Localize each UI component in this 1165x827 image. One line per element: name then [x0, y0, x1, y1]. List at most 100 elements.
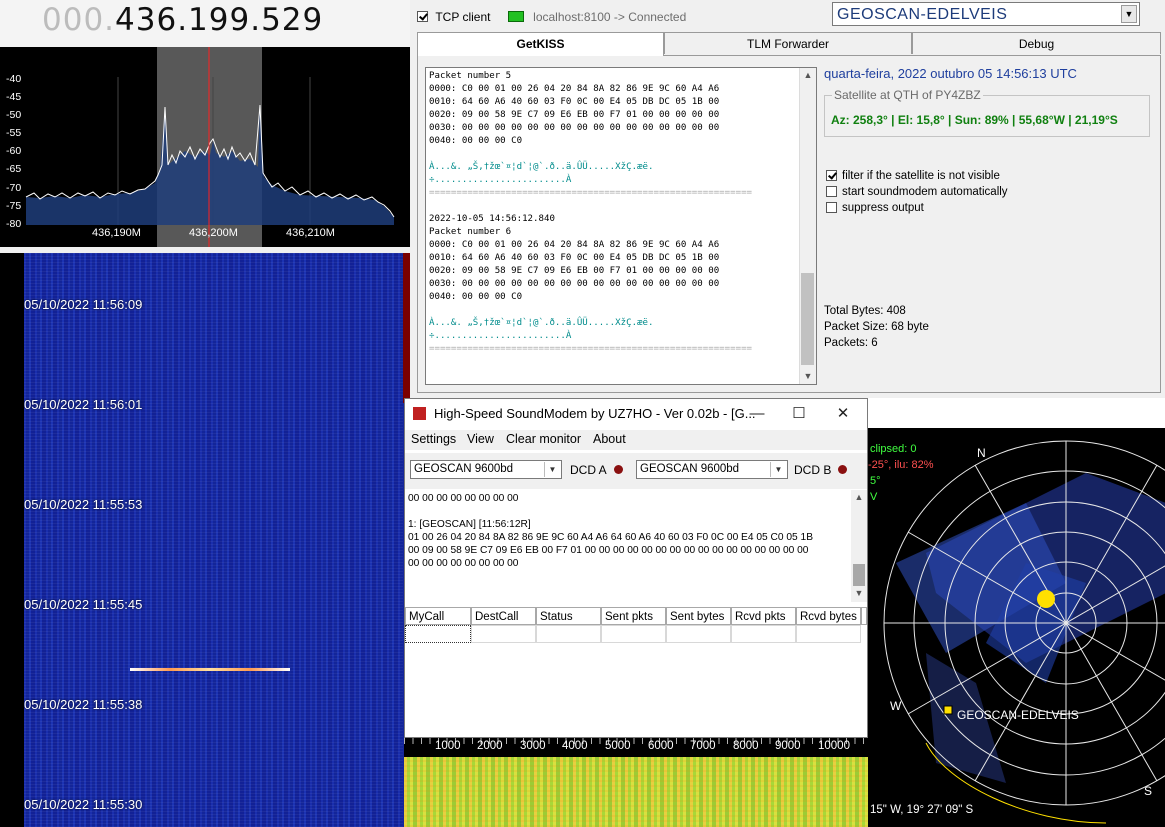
- monitor-output[interactable]: 00 00 00 00 00 00 00 00 1: [GEOSCAN] [11…: [405, 490, 867, 602]
- option-filter-visibility[interactable]: filter if the satellite is not visible: [826, 170, 1000, 182]
- audio-waterfall[interactable]: [404, 757, 868, 827]
- tab-tlm-forwarder[interactable]: TLM Forwarder: [664, 32, 912, 54]
- modem-a-select[interactable]: GEOSCAN 9600bd ▼: [410, 460, 562, 479]
- modem-a-value: GEOSCAN 9600bd: [414, 463, 514, 475]
- table-cell[interactable]: [471, 625, 536, 643]
- monitor-line: 1: [GEOSCAN] [11:56:12R]: [408, 519, 531, 530]
- tab-debug[interactable]: Debug: [912, 32, 1161, 54]
- monitor-text: 00 00 00 00 00 00 00 00 1: [GEOSCAN] [11…: [408, 492, 813, 570]
- suppress-output-checkbox[interactable]: [826, 202, 837, 214]
- compass-west-label: W: [890, 699, 902, 713]
- log-line: Packet number 6: [429, 227, 512, 237]
- satellite-polar-plot[interactable]: clipsed: 0 -25°, ilu: 82% 5° V N S W GEO…: [868, 428, 1165, 827]
- menu-bar: Settings View Clear monitor About: [405, 430, 867, 450]
- chevron-down-icon[interactable]: ▼: [544, 462, 560, 477]
- dcd-b-led: [838, 465, 847, 474]
- scroll-down-icon[interactable]: ▼: [851, 586, 867, 601]
- col-overflow: [861, 607, 867, 625]
- polar-info-text: 5°: [870, 475, 881, 487]
- window-title: High-Speed SoundModem by UZ7HO - Ver 0.0…: [434, 406, 756, 421]
- x-tick: 436,210M: [286, 227, 335, 239]
- chevron-down-icon[interactable]: ▼: [770, 462, 786, 477]
- frequency-readout[interactable]: 000.436.199.529: [42, 2, 323, 38]
- audio-tick: 8000: [733, 740, 759, 752]
- filter-visibility-checkbox[interactable]: [826, 170, 837, 182]
- y-tick: -80: [6, 217, 22, 230]
- menu-view[interactable]: View: [467, 432, 494, 446]
- menu-settings[interactable]: Settings: [411, 432, 456, 446]
- packet-log-scrollbar[interactable]: ▲ ▼: [799, 68, 816, 384]
- scroll-thumb[interactable]: [853, 564, 865, 586]
- audio-frequency-scale[interactable]: 1000 2000 3000 4000 5000 6000 7000 8000 …: [404, 738, 868, 757]
- stat-packets: Packets: 6: [824, 337, 878, 349]
- soundmodem-titlebar[interactable]: High-Speed SoundModem by UZ7HO - Ver 0.0…: [405, 399, 867, 429]
- col-mycall[interactable]: MyCall: [405, 607, 471, 625]
- col-destcall[interactable]: DestCall: [471, 607, 536, 625]
- close-icon[interactable]: ✕: [829, 402, 857, 426]
- col-sent-pkts[interactable]: Sent pkts: [601, 607, 666, 625]
- tcp-client-label: TCP client: [435, 9, 491, 24]
- scroll-up-icon[interactable]: ▲: [851, 490, 867, 505]
- scroll-up-icon[interactable]: ▲: [800, 68, 816, 83]
- rf-spectrum-plot[interactable]: -40 -45 -50 -55 -60 -65 -70 -75 -80 436,…: [0, 47, 410, 247]
- rf-waterfall[interactable]: 05/10/2022 11:56:09 05/10/2022 11:56:01 …: [0, 253, 410, 827]
- stat-total-bytes: Total Bytes: 408: [824, 305, 906, 317]
- table-cell[interactable]: [731, 625, 796, 643]
- audio-tick: 10000: [818, 740, 850, 752]
- satellite-select[interactable]: GEOSCAN-EDELVEIS ▼: [832, 2, 1140, 26]
- scroll-thumb[interactable]: [801, 273, 814, 365]
- table-cell[interactable]: [536, 625, 601, 643]
- option-autostart-soundmodem[interactable]: start soundmodem automatically: [826, 186, 1008, 198]
- autostart-soundmodem-checkbox[interactable]: [826, 186, 837, 198]
- table-cell[interactable]: [796, 625, 861, 643]
- option-label: suppress output: [842, 202, 924, 214]
- eclipsed-text: clipsed: 0: [870, 443, 917, 455]
- dcd-b-label: DCD B: [794, 463, 832, 477]
- rf-spectrum-svg: [25, 47, 395, 247]
- log-line: 0000: C0 00 01 00 26 04 20 84 8A 82 86 9…: [429, 240, 720, 250]
- log-line: 0020: 09 00 58 9E C7 09 E6 EB 00 F7 01 0…: [429, 266, 720, 276]
- tcp-client-checkbox[interactable]: [417, 11, 428, 23]
- table-cell[interactable]: [601, 625, 666, 643]
- satellite-marker-icon[interactable]: [943, 705, 953, 715]
- compass-south-label: S: [1144, 784, 1153, 798]
- col-sent-bytes[interactable]: Sent bytes: [666, 607, 731, 625]
- log-ascii-line: ÷........................À: [429, 331, 572, 341]
- minimize-icon[interactable]: —: [743, 402, 771, 426]
- col-status[interactable]: Status: [536, 607, 601, 625]
- audio-tick: 1000: [435, 740, 461, 752]
- y-tick: -65: [6, 163, 22, 176]
- y-tick: -40: [6, 73, 22, 85]
- tcp-client-row: TCP client localhost:8100 -> Connected: [417, 9, 686, 24]
- y-tick: -60: [6, 145, 22, 158]
- col-rcvd-pkts[interactable]: Rcvd pkts: [731, 607, 796, 625]
- waterfall-left-margin: [0, 253, 24, 827]
- chevron-down-icon[interactable]: ▼: [1121, 5, 1137, 23]
- waterfall-timestamp: 05/10/2022 11:56:01: [24, 397, 143, 412]
- table-cell[interactable]: [666, 625, 731, 643]
- audio-tick: 7000: [690, 740, 716, 752]
- y-tick: -75: [6, 199, 22, 212]
- moon-text: -25°, ilu: 82%: [868, 459, 934, 471]
- dcd-a-led: [614, 465, 623, 474]
- polar-top-bar: [868, 398, 1165, 428]
- log-line: 0010: 64 60 A6 40 60 03 F0 0C 00 E4 05 D…: [429, 253, 720, 263]
- col-rcvd-bytes[interactable]: Rcvd bytes: [796, 607, 861, 625]
- y-tick: -45: [6, 91, 22, 104]
- table-cell[interactable]: [405, 625, 471, 643]
- modem-b-select[interactable]: GEOSCAN 9600bd ▼: [636, 460, 788, 479]
- option-suppress-output[interactable]: suppress output: [826, 202, 924, 214]
- polar-plot-svg: [883, 440, 1165, 824]
- scroll-down-icon[interactable]: ▼: [800, 369, 816, 384]
- tab-getkiss[interactable]: GetKISS: [417, 32, 664, 56]
- spectrum-y-axis: -40 -45 -50 -55 -60 -65 -70 -75 -80: [6, 70, 21, 233]
- maximize-icon[interactable]: ☐: [785, 402, 813, 426]
- menu-about[interactable]: About: [593, 432, 626, 446]
- menu-clear-monitor[interactable]: Clear monitor: [506, 432, 581, 446]
- monitor-line: 01 00 26 04 20 84 8A 82 86 9E 9C 60 A4 A…: [408, 532, 813, 543]
- packet-log[interactable]: Packet number 5 0000: C0 00 01 00 26 04 2…: [425, 67, 817, 385]
- satellite-qth-legend: Satellite at QTH of PY4ZBZ: [832, 88, 983, 102]
- monitor-scrollbar[interactable]: ▲ ▼: [851, 490, 867, 602]
- y-tick: -55: [6, 127, 22, 140]
- satellite-qth-values: Az: 258,3° | El: 15,8° | Sun: 89% | 55,6…: [831, 113, 1118, 127]
